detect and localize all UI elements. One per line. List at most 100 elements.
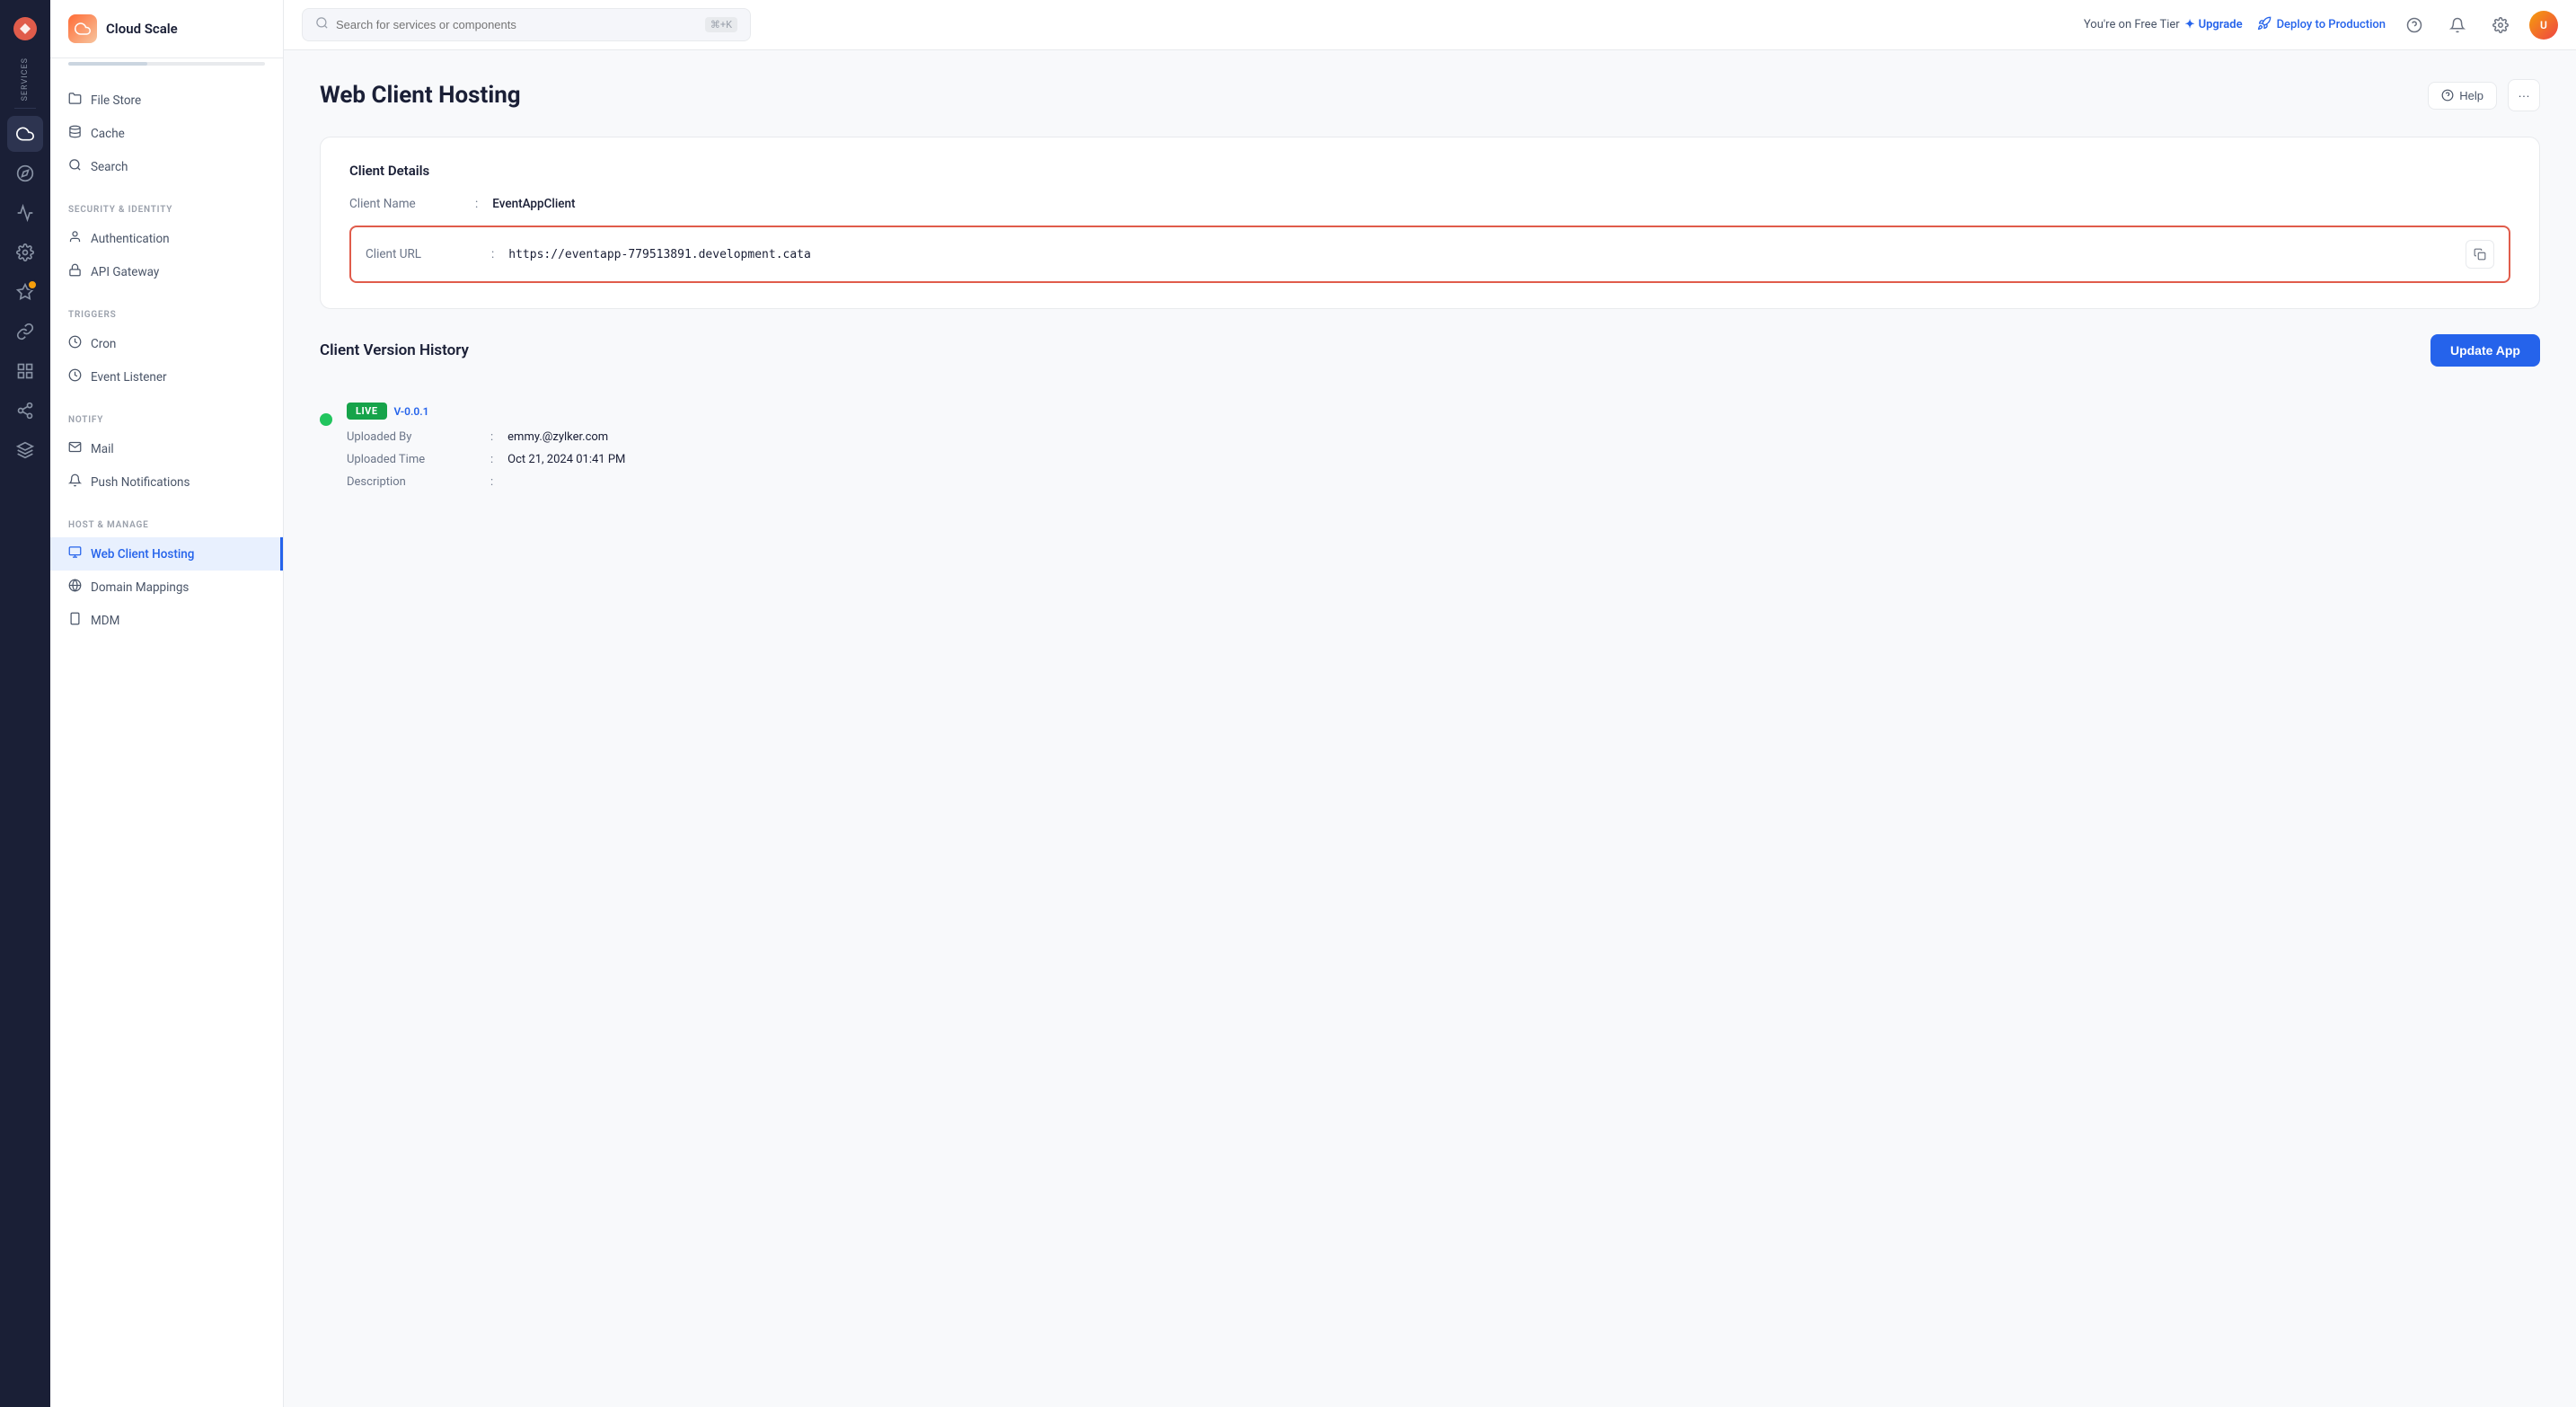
triggers-section: TRIGGERS Cron Event Listener bbox=[50, 296, 283, 401]
uploaded-by-value: emmy.@zylker.com bbox=[507, 430, 608, 444]
version-details: Uploaded By : emmy.@zylker.com Uploaded … bbox=[347, 430, 2540, 489]
uploaded-time-value: Oct 21, 2024 01:41 PM bbox=[507, 453, 625, 466]
rail-icon-layers[interactable] bbox=[7, 432, 43, 468]
description-sep: : bbox=[490, 475, 493, 489]
push-notification-icon bbox=[68, 473, 82, 491]
sidebar-item-file-store[interactable]: File Store bbox=[50, 84, 283, 117]
client-name-label: Client Name bbox=[349, 197, 475, 211]
sidebar-item-label: API Gateway bbox=[91, 265, 159, 279]
client-details-title: Client Details bbox=[349, 163, 2510, 179]
sidebar: Cloud Scale File Store Cache bbox=[50, 0, 284, 1407]
sidebar-item-event-listener[interactable]: Event Listener bbox=[50, 360, 283, 394]
sidebar-item-label: Event Listener bbox=[91, 370, 167, 385]
sidebar-item-api-gateway[interactable]: API Gateway bbox=[50, 255, 283, 288]
upgrade-label: Upgrade bbox=[2199, 18, 2243, 31]
client-url-value: https://eventapp-779513891.development.c… bbox=[508, 248, 2458, 261]
uploaded-time-sep: : bbox=[490, 453, 493, 466]
sidebar-item-label: MDM bbox=[91, 614, 119, 628]
sidebar-item-cron[interactable]: Cron bbox=[50, 327, 283, 360]
sidebar-item-mail[interactable]: Mail bbox=[50, 432, 283, 465]
version-item: LIVE V-0.0.1 Uploaded By : emmy.@zylker.… bbox=[320, 388, 2540, 503]
description-row: Description : bbox=[347, 475, 2540, 489]
rail-icon-grid[interactable] bbox=[7, 353, 43, 389]
scroll-fill bbox=[68, 62, 147, 66]
rail-icon-star[interactable] bbox=[7, 274, 43, 310]
sidebar-item-label: Mail bbox=[91, 442, 114, 456]
search-input[interactable] bbox=[336, 18, 698, 31]
sidebar-item-mdm[interactable]: MDM bbox=[50, 604, 283, 637]
sidebar-item-label: Domain Mappings bbox=[91, 580, 189, 595]
upgrade-icon: ✦ bbox=[2185, 18, 2195, 31]
bell-icon-button[interactable] bbox=[2443, 11, 2472, 40]
cache-icon bbox=[68, 125, 82, 142]
description-label: Description bbox=[347, 475, 490, 489]
upgrade-button[interactable]: ✦ Upgrade bbox=[2185, 18, 2243, 31]
more-options-button[interactable]: ··· bbox=[2508, 79, 2540, 111]
sidebar-item-authentication[interactable]: Authentication bbox=[50, 222, 283, 255]
scroll-indicator bbox=[68, 62, 265, 66]
rail-icon-cloud[interactable] bbox=[7, 116, 43, 152]
domain-mappings-icon bbox=[68, 579, 82, 596]
live-badge: LIVE bbox=[347, 403, 387, 420]
topbar: ⌘+K You're on Free Tier ✦ Upgrade Deploy… bbox=[284, 0, 2576, 50]
sidebar-item-push-notifications[interactable]: Push Notifications bbox=[50, 465, 283, 499]
uploaded-by-label: Uploaded By bbox=[347, 430, 490, 444]
client-name-value: EventAppClient bbox=[492, 197, 575, 211]
sidebar-header: Cloud Scale bbox=[50, 0, 283, 58]
app-icon bbox=[68, 14, 97, 43]
rail-icon-link[interactable] bbox=[7, 314, 43, 350]
uploaded-by-row: Uploaded By : emmy.@zylker.com bbox=[347, 430, 2540, 444]
rail-icon-share[interactable] bbox=[7, 393, 43, 429]
sidebar-item-label: Cache bbox=[91, 127, 125, 141]
sidebar-files-section: File Store Cache Search bbox=[50, 69, 283, 190]
sidebar-item-cache[interactable]: Cache bbox=[50, 117, 283, 150]
security-section: SECURITY & IDENTITY Authentication API G… bbox=[50, 190, 283, 296]
cloud-scale-label: Cloud Scale bbox=[106, 21, 178, 37]
search-icon bbox=[315, 16, 329, 33]
client-name-row: Client Name : EventAppClient bbox=[349, 197, 2510, 211]
free-tier-notice: You're on Free Tier ✦ Upgrade bbox=[2084, 18, 2243, 31]
rail-icon-activity[interactable] bbox=[7, 195, 43, 231]
help-button[interactable]: Help bbox=[2428, 82, 2497, 110]
version-section-header: Client Version History Update App bbox=[320, 334, 2540, 367]
client-url-sep: : bbox=[491, 247, 494, 261]
host-section: HOST & MANAGE Web Client Hosting Domain … bbox=[50, 506, 283, 644]
update-app-button[interactable]: Update App bbox=[2430, 334, 2540, 367]
client-details-card: Client Details Client Name : EventAppCli… bbox=[320, 137, 2540, 309]
host-section-title: HOST & MANAGE bbox=[50, 520, 283, 537]
help-icon-button[interactable] bbox=[2400, 11, 2429, 40]
rail-icon-compass[interactable] bbox=[7, 155, 43, 191]
sidebar-item-label: Cron bbox=[91, 337, 116, 351]
page-header: Web Client Hosting Help ··· bbox=[320, 79, 2540, 111]
version-title: Client Version History bbox=[320, 341, 469, 359]
api-gateway-icon bbox=[68, 263, 82, 280]
user-avatar[interactable]: U bbox=[2529, 11, 2558, 40]
version-history-section: Client Version History Update App LIVE V… bbox=[320, 334, 2540, 503]
notify-section-title: NOTIFY bbox=[50, 415, 283, 432]
help-label: Help bbox=[2459, 89, 2483, 102]
sidebar-item-label: Authentication bbox=[91, 232, 170, 246]
settings-icon-button[interactable] bbox=[2486, 11, 2515, 40]
deploy-to-production-button[interactable]: Deploy to Production bbox=[2257, 16, 2386, 34]
search-bar[interactable]: ⌘+K bbox=[302, 8, 751, 41]
live-dot bbox=[320, 413, 332, 426]
sidebar-item-domain-mappings[interactable]: Domain Mappings bbox=[50, 571, 283, 604]
notify-section: NOTIFY Mail Push Notifications bbox=[50, 401, 283, 506]
version-badges: LIVE V-0.0.1 bbox=[347, 403, 2540, 420]
triggers-section-title: TRIGGERS bbox=[50, 310, 283, 327]
search-sidebar-icon bbox=[68, 158, 82, 175]
authentication-icon bbox=[68, 230, 82, 247]
sidebar-item-label: Push Notifications bbox=[91, 475, 190, 490]
sidebar-item-web-client-hosting[interactable]: Web Client Hosting bbox=[50, 537, 283, 571]
uploaded-time-row: Uploaded Time : Oct 21, 2024 01:41 PM bbox=[347, 453, 2540, 466]
web-client-hosting-icon bbox=[68, 545, 82, 562]
main-wrapper: ⌘+K You're on Free Tier ✦ Upgrade Deploy… bbox=[284, 0, 2576, 1407]
sidebar-item-search[interactable]: Search bbox=[50, 150, 283, 183]
rail-icon-settings2[interactable] bbox=[7, 234, 43, 270]
free-tier-text: You're on Free Tier bbox=[2084, 18, 2180, 31]
copy-url-button[interactable] bbox=[2466, 240, 2494, 269]
event-listener-icon bbox=[68, 368, 82, 385]
uploaded-by-sep: : bbox=[490, 430, 493, 444]
search-kbd: ⌘+K bbox=[705, 17, 737, 32]
deploy-label: Deploy to Production bbox=[2277, 18, 2386, 31]
